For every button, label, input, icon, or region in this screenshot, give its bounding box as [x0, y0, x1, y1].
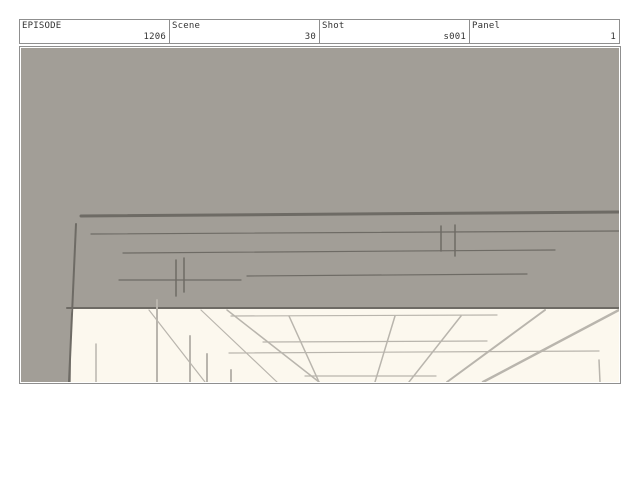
panel-value: 1: [610, 32, 616, 42]
shot-field: Shot s001: [320, 20, 470, 43]
episode-label: EPISODE: [22, 21, 62, 31]
ceiling-vertical-6: [598, 359, 601, 382]
panel-label: Panel: [472, 21, 501, 31]
shot-value: s001: [443, 32, 466, 42]
scene-field: Scene 30: [170, 20, 320, 43]
panel-sketch: [21, 48, 619, 382]
storyboard-panel: [19, 46, 621, 384]
episode-field: EPISODE 1206: [20, 20, 170, 43]
panel-field: Panel 1: [470, 20, 619, 43]
shot-label: Shot: [322, 21, 345, 31]
ceiling-fill: [71, 308, 619, 382]
scene-value: 30: [304, 32, 316, 42]
scene-label: Scene: [172, 21, 201, 31]
storyboard-header: EPISODE 1206 Scene 30 Shot s001 Panel 1: [19, 19, 620, 44]
episode-value: 1206: [143, 32, 166, 42]
